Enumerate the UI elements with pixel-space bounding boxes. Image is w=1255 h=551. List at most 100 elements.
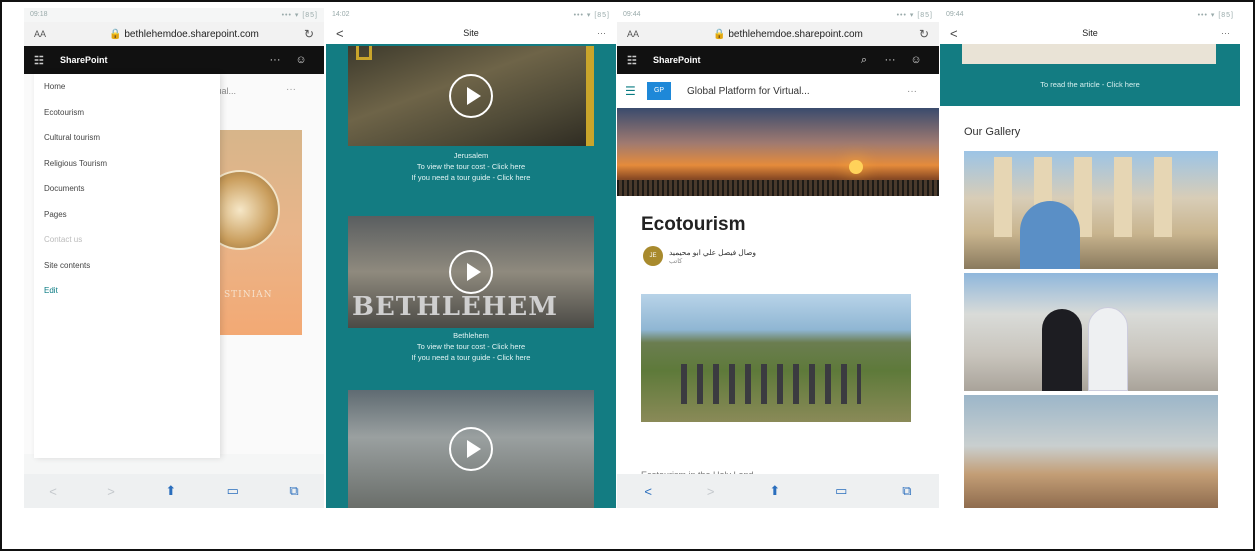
video-border-accent (586, 46, 594, 146)
banner-text: STINIAN (224, 290, 273, 300)
more-icon[interactable]: ··· (262, 54, 288, 66)
nav-item-ecotourism[interactable]: Ecotourism (34, 108, 220, 134)
video-city-label: Jerusalem (453, 151, 489, 160)
sharepoint-title[interactable]: SharePoint (653, 55, 851, 65)
channel-logo-icon (356, 46, 372, 60)
navbar-title: Site (1082, 28, 1098, 38)
back-icon[interactable]: < (950, 26, 980, 41)
more-icon[interactable]: ··· (1200, 28, 1230, 38)
author-byline: JE وصال فيصل علي ابو محيميد كاتب (617, 236, 939, 266)
site-logo[interactable]: GP (647, 82, 671, 100)
person-dark-graphic (1042, 309, 1082, 391)
forward-icon[interactable]: > (707, 484, 715, 499)
app-navbar: < Site ··· (326, 22, 616, 44)
app-launcher-icon[interactable]: ☷ (34, 54, 60, 67)
status-signal: ••• ▾ [85] (281, 12, 318, 19)
back-icon[interactable]: < (336, 26, 366, 41)
status-signal: ••• ▾ [85] (1197, 12, 1234, 19)
share-icon[interactable]: ⬆ (769, 483, 780, 499)
hamburger-menu-icon[interactable]: ☰ (625, 84, 647, 98)
phone-screen-ecotourism-article: 09:44 ••• ▾ [85] AA 🔒 bethlehemdoe.share… (617, 8, 939, 508)
site-more-icon[interactable]: ··· (286, 84, 296, 95)
reader-mode-button[interactable]: AA (627, 29, 667, 39)
hikers-group-graphic (681, 364, 861, 404)
gallery-photo-church-square[interactable] (964, 273, 1218, 391)
nav-item-site-contents[interactable]: Site contents (34, 261, 220, 287)
video-caption-bethlehem: Bethlehem To view the tour cost - Click … (326, 330, 616, 363)
play-icon[interactable] (449, 74, 493, 118)
status-bar: 09:18 ••• ▾ [85] (24, 8, 324, 22)
nav-item-pages[interactable]: Pages (34, 210, 220, 236)
site-name[interactable]: Global Platform for Virtual... (687, 86, 907, 97)
nav-item-home[interactable]: Home (34, 82, 220, 108)
reload-icon[interactable]: ↻ (909, 27, 929, 41)
app-launcher-icon[interactable]: ☷ (627, 54, 653, 67)
app-navbar: < Site ··· (940, 22, 1240, 44)
author-name[interactable]: وصال فيصل علي ابو محيميد (669, 248, 756, 257)
more-icon[interactable]: ··· (576, 28, 606, 38)
gallery-photo-arches[interactable] (964, 151, 1218, 269)
status-time: 09:18 (30, 11, 48, 18)
article-teaser-band: To read the article - Click here (940, 44, 1240, 106)
tour-cost-link[interactable]: To view the tour cost - Click here (326, 341, 616, 352)
account-icon[interactable]: ☺ (903, 54, 929, 66)
reload-icon[interactable]: ↻ (294, 27, 314, 41)
back-icon[interactable]: < (49, 484, 57, 499)
photographer-graphic (1020, 201, 1080, 269)
tabs-icon[interactable]: ⧉ (289, 483, 298, 499)
browser-toolbar: < > ⬆ ▭ ⧉ (617, 474, 939, 508)
status-signal: ••• ▾ [85] (573, 12, 610, 19)
page-content: tual... ··· STINIAN Home Ecotourism Cult… (24, 74, 324, 458)
phone-screen-gallery: 09:44 ••• ▾ [85] < Site ··· To read the … (940, 8, 1240, 508)
video-caption-jerusalem: Jerusalem To view the tour cost - Click … (326, 150, 616, 183)
search-icon[interactable]: ⌕ (851, 54, 877, 67)
tour-guide-link[interactable]: If you need a tour guide - Click here (326, 352, 616, 363)
status-time: 09:44 (623, 11, 641, 18)
url-text[interactable]: 🔒 bethlehemdoe.sharepoint.com (74, 29, 294, 40)
sharepoint-header: ☷ SharePoint ⌕ ··· ☺ (617, 46, 939, 74)
phone-screen-tour-videos: 14:02 ••• ▾ [85] < Site ··· Jerusalem To… (326, 8, 616, 508)
url-text[interactable]: 🔒 bethlehemdoe.sharepoint.com (667, 29, 909, 40)
nav-item-religious-tourism[interactable]: Religious Tourism (34, 159, 220, 185)
sunset-birds-image (617, 108, 939, 196)
tour-guide-link[interactable]: If you need a tour guide - Click here (326, 172, 616, 183)
person-white-graphic (1088, 307, 1128, 391)
account-icon[interactable]: ☺ (288, 54, 314, 66)
more-icon[interactable]: ··· (877, 54, 903, 66)
share-icon[interactable]: ⬆ (165, 483, 176, 499)
status-bar: 09:44 ••• ▾ [85] (940, 8, 1240, 22)
reeds-graphic (617, 180, 939, 196)
sharepoint-title[interactable]: SharePoint (60, 55, 262, 65)
navbar-title: Site (463, 28, 479, 38)
status-time: 14:02 (332, 11, 350, 18)
reader-mode-button[interactable]: AA (34, 29, 74, 39)
bookmarks-icon[interactable]: ▭ (835, 483, 847, 499)
video-city-label: Bethlehem (453, 331, 489, 340)
read-article-link[interactable]: To read the article - Click here (940, 80, 1240, 89)
video-jerusalem[interactable] (348, 46, 594, 146)
tour-cost-link[interactable]: To view the tour cost - Click here (326, 161, 616, 172)
play-icon[interactable] (449, 427, 493, 471)
gallery-heading: Our Gallery (964, 126, 1021, 138)
back-icon[interactable]: < (644, 484, 652, 499)
nav-item-documents[interactable]: Documents (34, 184, 220, 210)
tabs-icon[interactable]: ⧉ (902, 483, 911, 499)
gallery-photo-hill[interactable] (964, 395, 1218, 508)
nav-item-edit[interactable]: Edit (34, 286, 220, 312)
bookmarks-icon[interactable]: ▭ (227, 483, 239, 499)
video-bethlehem[interactable]: BETHLEHEM (348, 216, 594, 328)
status-signal: ••• ▾ [85] (896, 12, 933, 19)
play-icon[interactable] (449, 250, 493, 294)
nav-item-cultural-tourism[interactable]: Cultural tourism (34, 133, 220, 159)
forward-icon[interactable]: > (107, 484, 115, 499)
browser-url-bar[interactable]: AA 🔒 bethlehemdoe.sharepoint.com ↻ (617, 22, 939, 46)
video-city-aerial[interactable] (348, 390, 594, 508)
navigation-drawer: Home Ecotourism Cultural tourism Religio… (34, 74, 220, 458)
browser-url-bar[interactable]: AA 🔒 bethlehemdoe.sharepoint.com ↻ (24, 22, 324, 46)
author-avatar[interactable]: JE (643, 246, 663, 266)
video-overlay-text: BETHLEHEM (352, 292, 558, 322)
author-role: كاتب (669, 257, 683, 265)
status-time: 09:44 (946, 11, 964, 18)
nav-item-contact-us[interactable]: Contact us (34, 235, 220, 261)
site-more-icon[interactable]: ··· (907, 86, 931, 97)
